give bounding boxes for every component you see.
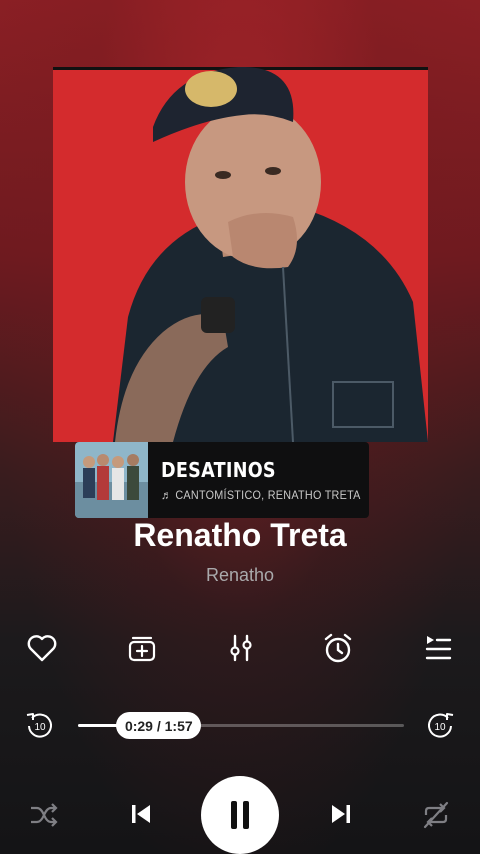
time-indicator[interactable]: 0:29 / 1:57 <box>116 712 202 739</box>
mini-card-subtitle: ♬ CANTOMÍSTICO, RENATHO TRETA <box>161 488 361 502</box>
mini-card-thumbnail <box>75 442 148 518</box>
mini-card-title: DESATINOS <box>161 458 276 482</box>
track-artist[interactable]: Renatho <box>0 565 480 586</box>
queue-icon[interactable] <box>420 630 456 666</box>
forward-10-button[interactable]: 10 <box>424 710 456 742</box>
rewind-label: 10 <box>34 722 46 733</box>
action-row <box>0 630 480 666</box>
pause-icon <box>231 801 249 829</box>
add-to-playlist-icon[interactable] <box>124 630 160 666</box>
track-title: Renatho Treta <box>133 517 347 553</box>
sleep-timer-icon[interactable] <box>320 630 356 666</box>
equalizer-icon[interactable] <box>223 630 259 666</box>
skip-next-icon[interactable] <box>326 799 356 829</box>
now-playing-card[interactable]: DESATINOS ♬ CANTOMÍSTICO, RENATHO TRETA <box>75 442 369 518</box>
rewind-10-button[interactable]: 10 <box>24 710 56 742</box>
album-artwork <box>53 67 428 442</box>
shuffle-icon[interactable] <box>28 799 60 831</box>
repeat-off-icon[interactable] <box>420 799 452 831</box>
play-pause-button[interactable] <box>201 776 279 854</box>
forward-label: 10 <box>434 722 446 733</box>
progress-area: 10 0:29 / 1:57 10 <box>0 706 480 746</box>
skip-previous-icon[interactable] <box>126 799 156 829</box>
heart-icon[interactable] <box>24 630 60 666</box>
playback-controls <box>0 775 480 854</box>
